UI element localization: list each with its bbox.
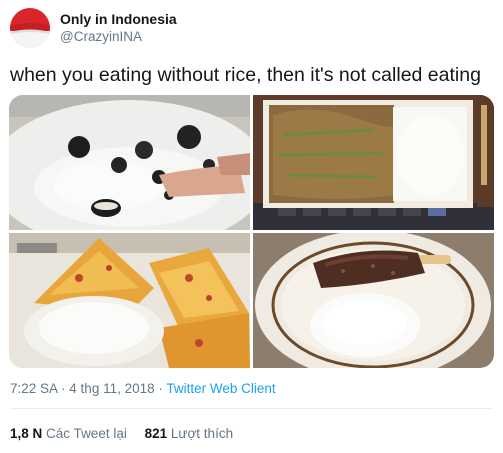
tweet-header: Only in Indonesia @CrazyinINA xyxy=(10,8,493,48)
retweets-label: Các Tweet lại xyxy=(46,426,127,441)
tweet-source-link[interactable]: Twitter Web Client xyxy=(166,381,275,396)
tweet-stats: 1,8 N Các Tweet lại 821 Lượt thích xyxy=(10,426,247,441)
media-grid xyxy=(9,95,494,368)
avatar[interactable] xyxy=(10,8,50,48)
likes-stat[interactable]: 821 Lượt thích xyxy=(145,426,233,441)
user-handle[interactable]: @CrazyinINA xyxy=(60,29,142,44)
meta-separator-2: · xyxy=(154,381,167,396)
likes-label: Lượt thích xyxy=(170,426,234,441)
media-photo-oreo-rice[interactable] xyxy=(9,95,250,230)
tweet-time[interactable]: 7:22 SA xyxy=(10,381,57,396)
retweets-count: 1,8 N xyxy=(10,426,43,441)
indonesia-flag-avatar-icon xyxy=(10,8,50,48)
tweet-meta: 7:22 SA · 4 thg 11, 2018 · Twitter Web C… xyxy=(10,381,276,396)
likes-count: 821 xyxy=(144,426,168,441)
tweet-text: when you eating without rice, then it's … xyxy=(10,64,481,86)
media-photo-icecream-rice[interactable] xyxy=(253,233,494,368)
media-photo-pizza-rice[interactable] xyxy=(9,233,250,368)
retweets-stat[interactable]: 1,8 N Các Tweet lại xyxy=(10,426,127,441)
display-name[interactable]: Only in Indonesia xyxy=(60,11,177,27)
tweet-date[interactable]: 4 thg 11, 2018 xyxy=(69,381,154,396)
meta-separator: · xyxy=(57,381,70,396)
media-photo-noodles-rice[interactable] xyxy=(253,95,494,230)
divider xyxy=(10,408,493,409)
